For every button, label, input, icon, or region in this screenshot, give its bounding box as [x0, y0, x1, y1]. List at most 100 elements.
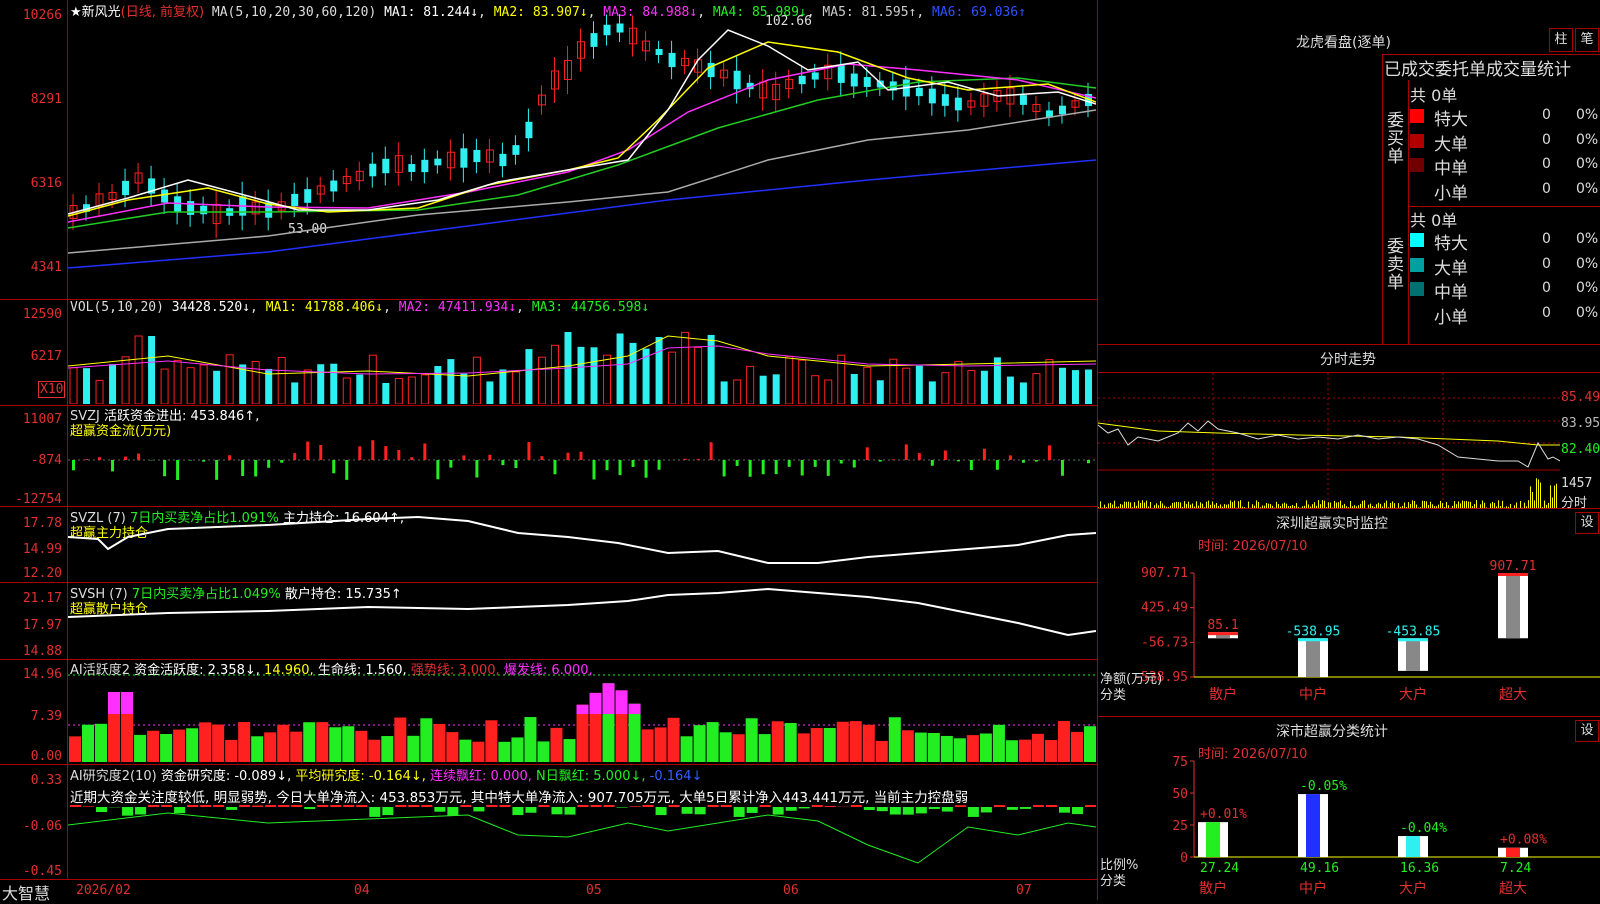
svzj-bar: [658, 460, 661, 470]
order-swatch: [1410, 258, 1424, 272]
vol-value: 34428.520↓: [172, 300, 250, 315]
ai1-axis-3: 0.00: [0, 749, 62, 764]
classify-value-label: 27.24: [1200, 861, 1239, 876]
svsh-chart[interactable]: [68, 583, 1096, 658]
fenshi-vol-bar: [1138, 501, 1139, 508]
fenshi-vol-bar: [1476, 500, 1477, 508]
candle-body: [929, 89, 936, 104]
vol-chart[interactable]: [68, 316, 1096, 404]
vol-bar: [408, 377, 415, 404]
vol-bar: [330, 364, 337, 404]
monitor-ytick: 425.49: [1141, 601, 1188, 616]
monitor-ylabel: 净额(万元): [1100, 672, 1162, 687]
candle-body: [812, 72, 819, 79]
monitor-category: 中户: [1299, 686, 1327, 703]
monitor-chart[interactable]: 907.71425.49-56.73-538.9585.1散户-538.95中户…: [1098, 555, 1600, 715]
classify-xlabel: 分类: [1100, 874, 1126, 889]
order-size-label: 小单: [1434, 303, 1468, 328]
candle-body: [669, 53, 676, 67]
ai2-bar: [239, 805, 250, 807]
svzj-bar: [540, 456, 543, 460]
ai1-bar-top: [576, 705, 588, 714]
vol-bar: [304, 370, 311, 404]
order-swatch: [1410, 134, 1424, 148]
fenshi-axis-2: 83.95: [1561, 416, 1600, 431]
candle-body: [499, 154, 506, 166]
svzl-chart[interactable]: [68, 507, 1096, 582]
classify-change-label: -0.04%: [1400, 821, 1447, 836]
svzj-bar: [996, 460, 999, 470]
classify-category: 中户: [1299, 880, 1327, 897]
ai1-bar: [212, 724, 224, 762]
monitor-settings-button[interactable]: 设: [1575, 512, 1599, 534]
classify-category: 超大: [1499, 881, 1527, 897]
ai1-bar: [707, 722, 719, 762]
ai1-bar: [368, 740, 380, 762]
fenshi-vol-bar: [1464, 501, 1465, 508]
svzj-bar: [632, 460, 635, 467]
svzj-bar: [280, 460, 283, 463]
ai1-bar: [472, 742, 484, 762]
fenshi-vol-bar: [1234, 501, 1235, 508]
classify-chart[interactable]: 7550250+0.01%27.24散户-0.05%49.16中户-0.04%1…: [1098, 755, 1600, 900]
fenshi-vol-bar: [1334, 501, 1335, 508]
vol-bar: [1046, 360, 1053, 404]
ai2-bar: [161, 805, 172, 807]
vol-label: VOL(5,10,20): [70, 300, 164, 315]
svzj-bar: [1035, 460, 1038, 462]
svzj-bar: [918, 453, 921, 460]
svzj-axis-2: -874: [0, 453, 62, 468]
vol-bar: [747, 366, 754, 404]
ai1-chart[interactable]: [68, 665, 1096, 763]
vol-bar: [851, 374, 858, 404]
order-pct: 0%: [1576, 231, 1598, 247]
ai2-bar: [1020, 807, 1031, 809]
ai2-bar: [656, 807, 667, 815]
ai2-bar: [317, 805, 328, 807]
month-3: 06: [783, 883, 799, 898]
ai1-bar: [394, 718, 406, 762]
ai2-bar: [369, 807, 380, 817]
vol-bar: [929, 381, 936, 404]
ai2-bar: [473, 807, 484, 811]
ai2-bar: [70, 805, 81, 807]
ai2-bar: [304, 807, 315, 809]
price-chart[interactable]: [68, 0, 1096, 298]
svzj-chart[interactable]: [68, 410, 1096, 505]
candle-body: [330, 181, 337, 192]
ai2-bar: [929, 807, 940, 809]
fenshi-vol-bar: [1196, 501, 1197, 508]
classify-ytick: 75: [1172, 755, 1188, 770]
ai2-bar: [591, 805, 602, 807]
lhb-tabs[interactable]: 已成交委托单成交量统计: [1384, 55, 1571, 80]
svzj-bar: [879, 460, 882, 462]
candle-body: [617, 23, 624, 32]
svzj-bar: [384, 446, 387, 460]
fenshi-vol-bar: [1318, 500, 1319, 508]
vol-bar: [460, 374, 467, 404]
ai2-chart[interactable]: [68, 805, 1096, 879]
classify-settings-button[interactable]: 设: [1575, 720, 1599, 742]
bar-mode-button[interactable]: 柱: [1549, 28, 1573, 52]
vol-bar: [421, 375, 428, 404]
ai1-bar: [655, 727, 667, 762]
svzj-bar: [957, 460, 960, 461]
tick-mode-button[interactable]: 笔: [1575, 28, 1599, 52]
vol-bar: [981, 371, 988, 404]
fenshi-chart[interactable]: [1098, 373, 1560, 508]
ai1-bar: [837, 722, 849, 762]
vol-header: VOL(5,10,20) 34428.520↓, MA1: 41788.406↓…: [70, 300, 649, 315]
ai1-bar-top: [590, 693, 602, 714]
ai1-bar: [785, 723, 797, 762]
order-swatch: [1410, 183, 1424, 197]
monitor-bar-inner: [1306, 638, 1320, 677]
main-chart-area[interactable]: 10266 8291 6316 4341 ★新风光(日线, 前复权) MA(5,…: [0, 0, 1097, 900]
sell-total: 共 0单: [1410, 207, 1457, 231]
fenshi-vol-bar: [1212, 501, 1213, 508]
classify-category: 散户: [1199, 880, 1227, 897]
ai1-bar: [459, 740, 471, 762]
vol-bar: [369, 355, 376, 404]
ai1-bar: [511, 737, 523, 762]
order-count: 0: [1542, 181, 1551, 197]
ai1-bar: [160, 734, 172, 762]
